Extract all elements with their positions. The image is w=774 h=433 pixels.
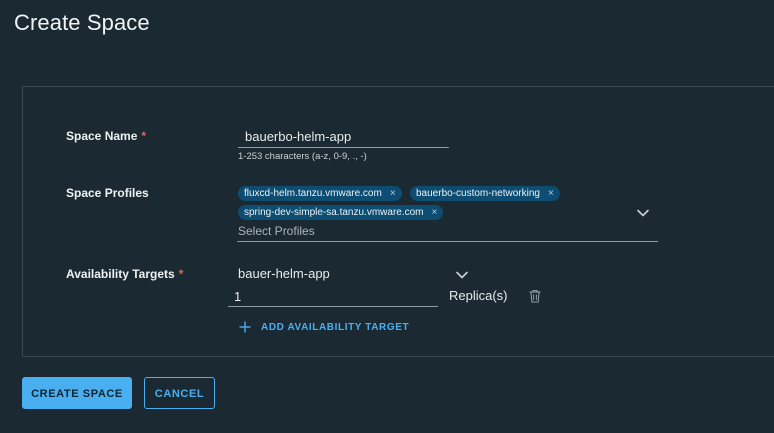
space-profiles-label: Space Profiles — [66, 186, 149, 200]
plus-icon — [239, 321, 251, 333]
required-mark: * — [141, 129, 147, 143]
availability-target-value: bauer-helm-app — [238, 266, 330, 281]
profile-chip-label: spring-dev-simple-sa.tanzu.vmware.com — [244, 207, 424, 218]
profile-chip: spring-dev-simple-sa.tanzu.vmware.com × — [238, 205, 444, 220]
space-name-input[interactable] — [238, 126, 449, 148]
space-name-label: Space Name * — [66, 129, 146, 143]
add-availability-target-button[interactable]: ADD AVAILABILITY TARGET — [239, 321, 409, 333]
required-mark: * — [178, 267, 184, 281]
availability-target-select[interactable]: bauer-helm-app — [237, 264, 473, 286]
create-space-button[interactable]: CREATE SPACE — [22, 377, 132, 409]
availability-targets-label: Availability Targets * — [66, 267, 183, 281]
space-name-label-text: Space Name — [66, 129, 138, 143]
chip-remove-icon[interactable]: × — [432, 207, 438, 218]
trash-icon[interactable] — [528, 289, 542, 303]
chevron-down-icon[interactable] — [636, 206, 650, 220]
chip-remove-icon[interactable]: × — [548, 188, 554, 199]
chip-remove-icon[interactable]: × — [390, 188, 396, 199]
availability-targets-label-text: Availability Targets — [66, 267, 175, 281]
cancel-button[interactable]: CANCEL — [144, 377, 215, 409]
space-name-helper: 1-253 characters (a-z, 0-9, ., -) — [238, 151, 367, 162]
page-title: Create Space — [14, 10, 150, 35]
replicas-input[interactable] — [228, 286, 438, 307]
profile-chip: fluxcd-helm.tanzu.vmware.com × — [238, 186, 402, 201]
profiles-placeholder: Select Profiles — [238, 224, 315, 238]
chevron-down-icon[interactable] — [455, 268, 469, 282]
profile-chip-label: fluxcd-helm.tanzu.vmware.com — [244, 188, 382, 199]
replicas-label: Replica(s) — [449, 288, 508, 303]
space-profiles-select[interactable]: fluxcd-helm.tanzu.vmware.com × bauerbo-cu… — [237, 185, 658, 242]
profile-chip-label: bauerbo-custom-networking — [416, 188, 540, 199]
profile-chip: bauerbo-custom-networking × — [410, 186, 560, 201]
add-availability-target-label: ADD AVAILABILITY TARGET — [261, 321, 410, 333]
